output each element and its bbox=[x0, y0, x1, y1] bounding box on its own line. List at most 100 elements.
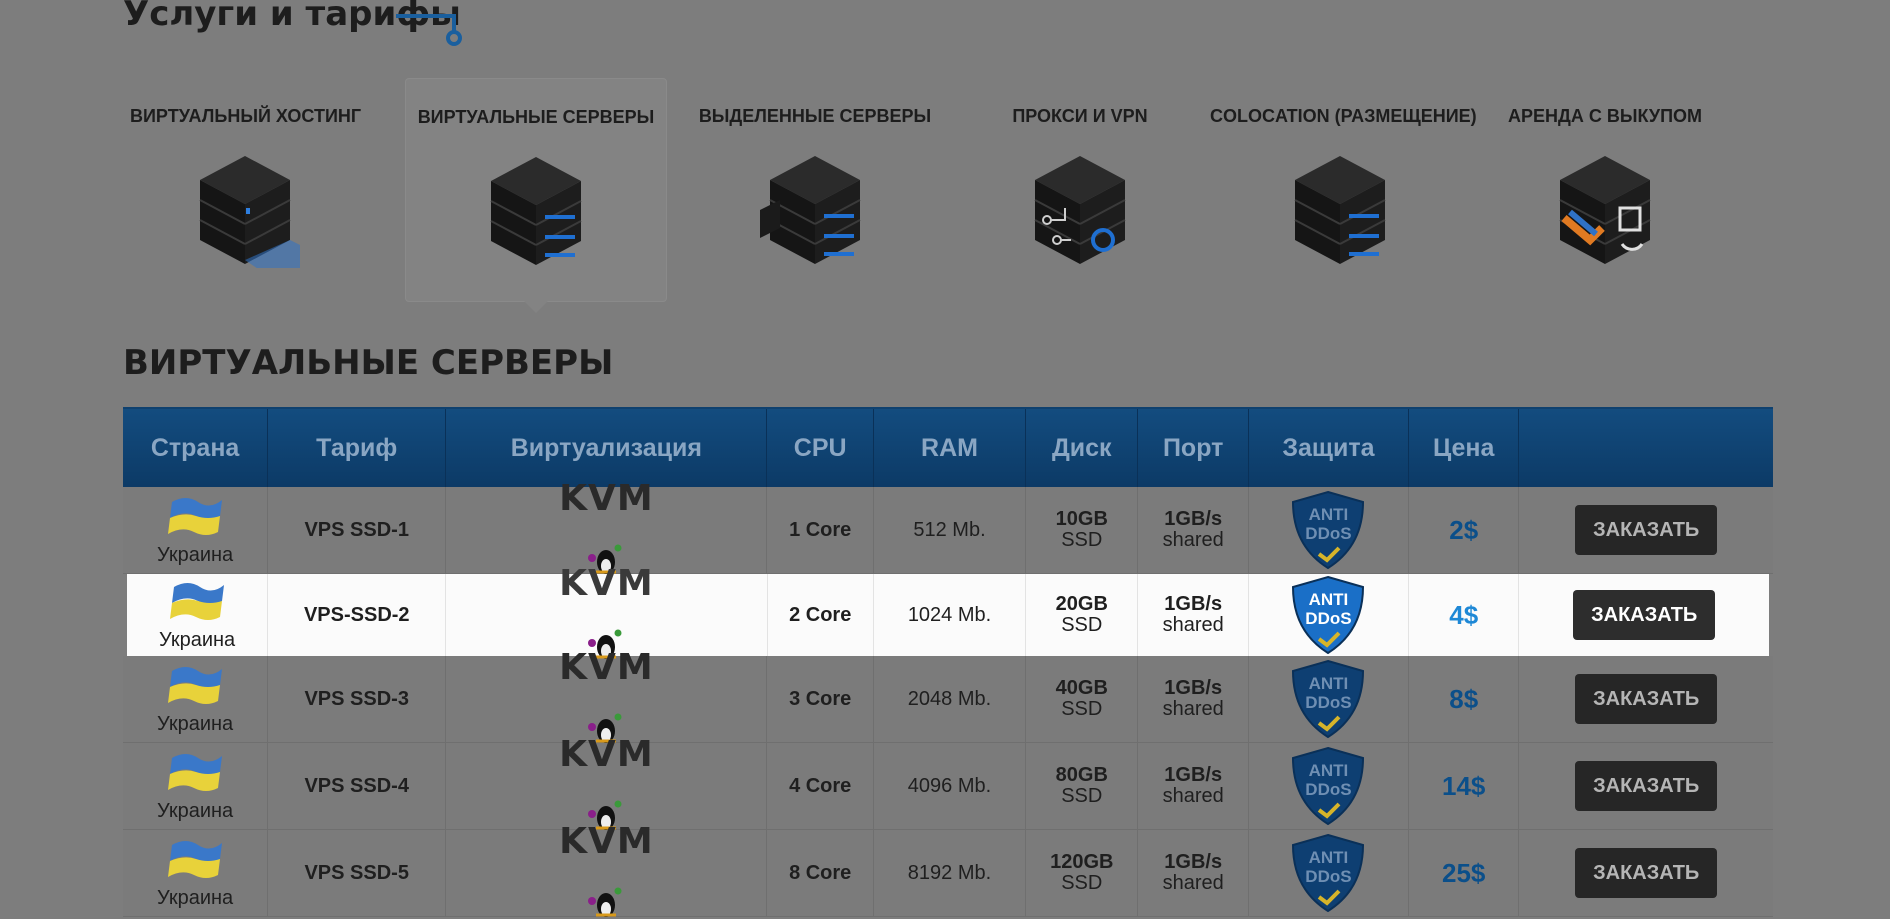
dedicated-server-icon bbox=[760, 148, 870, 268]
price-cell: 14$ bbox=[1409, 743, 1520, 829]
service-tab-label: ВЫДЕЛЕННЫЕ СЕРВЕРЫ bbox=[698, 106, 932, 126]
price-cell: 4$ bbox=[1409, 574, 1520, 656]
protection-cell: ANTI DDoS bbox=[1249, 574, 1409, 656]
plan-cell: VPS SSD-4 bbox=[268, 743, 447, 829]
ram-cell: 1024 Mb. bbox=[874, 574, 1027, 656]
ukraine-flag-icon bbox=[166, 837, 224, 885]
order-cell: ЗАКАЗАТЬ bbox=[1519, 656, 1773, 742]
anti-ddos-shield-icon: ANTI DDoS bbox=[1289, 746, 1367, 826]
plan-cell: VPS SSD-3 bbox=[268, 656, 447, 742]
plan-name: VPS SSD-5 bbox=[304, 861, 409, 884]
cpu-cell: 3 Core bbox=[767, 656, 874, 742]
table-body: Украина VPS SSD-1 KVM 1 Core 512 Mb. 10GB SS… bbox=[123, 478, 1773, 917]
virtual-server-icon bbox=[481, 149, 591, 269]
proxy-vpn-icon bbox=[1025, 148, 1135, 268]
service-tab[interactable]: АРЕНДА С ВЫКУПОМ bbox=[1485, 78, 1725, 300]
column-header: Защита bbox=[1249, 409, 1409, 487]
cpu-value: 8 Core bbox=[789, 861, 852, 884]
service-tab[interactable]: ВЫДЕЛЕННЫЕ СЕРВЕРЫ bbox=[675, 78, 955, 300]
protection-label-top: ANTI bbox=[1308, 505, 1349, 524]
cpu-value: 1 Core bbox=[789, 518, 852, 541]
service-tab[interactable]: ВИРТУАЛЬНЫЕ СЕРВЕРЫ bbox=[405, 78, 667, 313]
service-tab[interactable]: ПРОКСИ И VPN bbox=[960, 78, 1200, 300]
colocation-icon bbox=[1285, 148, 1395, 268]
order-cell: ЗАКАЗАТЬ bbox=[1519, 830, 1773, 916]
protection-cell: ANTI DDoS bbox=[1249, 830, 1409, 916]
order-cell: ЗАКАЗАТЬ bbox=[1519, 574, 1769, 656]
disk-size: 20GB bbox=[1055, 593, 1108, 615]
anti-ddos-shield-icon: ANTI DDoS bbox=[1289, 575, 1367, 655]
port-type: shared bbox=[1162, 872, 1224, 894]
virtualization-label: KVM bbox=[559, 563, 654, 604]
price-value: 2$ bbox=[1449, 514, 1479, 545]
order-button[interactable]: ЗАКАЗАТЬ bbox=[1573, 590, 1716, 640]
protection-cell: ANTI DDoS bbox=[1249, 743, 1409, 829]
column-header: Цена bbox=[1409, 409, 1520, 487]
service-tab[interactable]: COLOCATION (РАЗМЕЩЕНИЕ) bbox=[1210, 78, 1477, 300]
service-tab[interactable]: ВИРТУАЛЬНЫЙ ХОСТИНГ bbox=[130, 78, 361, 300]
virtualization-cell: KVM bbox=[446, 650, 768, 743]
port-speed: 1GB/s bbox=[1164, 851, 1223, 873]
ram-value: 2048 Mb. bbox=[907, 687, 992, 710]
cpu-cell: 8 Core bbox=[767, 830, 874, 916]
table-row: Украина VPS-SSD-2 KVM 2 Core 1024 Mb. 20GB S… bbox=[127, 566, 1769, 659]
ram-value: 1024 Mb. bbox=[907, 603, 992, 626]
ukraine-flag-icon bbox=[168, 579, 226, 627]
ukraine-flag-icon bbox=[166, 663, 224, 711]
anti-ddos-shield-icon: ANTI DDoS bbox=[1289, 833, 1367, 913]
port-speed: 1GB/s bbox=[1164, 508, 1223, 530]
disk-type: SSD bbox=[1061, 785, 1103, 807]
port-cell: 1GB/s shared bbox=[1138, 656, 1249, 742]
port-cell: 1GB/s shared bbox=[1138, 743, 1249, 829]
country-cell: Украина bbox=[123, 743, 269, 829]
anti-ddos-shield-icon: ANTI DDoS bbox=[1289, 490, 1367, 570]
price-cell: 8$ bbox=[1409, 656, 1520, 742]
virtualization-label: KVM bbox=[559, 478, 654, 519]
protection-label-top: ANTI bbox=[1308, 761, 1349, 780]
ram-value: 8192 Mb. bbox=[907, 861, 992, 884]
disk-size: 10GB bbox=[1055, 508, 1108, 530]
ukraine-flag-icon bbox=[166, 750, 224, 798]
cpu-cell: 4 Core bbox=[767, 743, 874, 829]
price-value: 4$ bbox=[1449, 599, 1479, 630]
virtualization-label: KVM bbox=[559, 821, 654, 862]
port-type: shared bbox=[1162, 529, 1224, 551]
price-cell: 2$ bbox=[1409, 487, 1520, 573]
service-tab-label: ВИРТУАЛЬНЫЕ СЕРВЕРЫ bbox=[417, 107, 655, 127]
table-row: Украина VPS SSD-1 KVM 1 Core 512 Mb. 10GB SS… bbox=[123, 478, 1773, 574]
virtualization-cell: KVM bbox=[446, 737, 768, 830]
disk-cell: 40GB SSD bbox=[1026, 656, 1139, 742]
protection-cell: ANTI DDoS bbox=[1249, 656, 1409, 742]
ram-cell: 2048 Mb. bbox=[874, 656, 1027, 742]
disk-size: 120GB bbox=[1050, 851, 1114, 873]
country-cell: Украина bbox=[123, 830, 269, 916]
country-name: Украина bbox=[157, 712, 234, 735]
column-header: Виртуализация bbox=[446, 409, 768, 487]
cpu-cell: 1 Core bbox=[767, 487, 874, 573]
service-tab-label: COLOCATION (РАЗМЕЩЕНИЕ) bbox=[1210, 106, 1477, 126]
disk-type: SSD bbox=[1061, 698, 1103, 720]
column-header: Тариф bbox=[268, 409, 447, 487]
cpu-cell: 2 Core bbox=[768, 574, 874, 656]
virtualization-cell: KVM bbox=[446, 566, 768, 659]
lease-buyout-icon bbox=[1550, 148, 1660, 268]
plan-name: VPS SSD-1 bbox=[304, 518, 409, 541]
order-button[interactable]: ЗАКАЗАТЬ bbox=[1575, 674, 1718, 724]
order-button[interactable]: ЗАКАЗАТЬ bbox=[1575, 761, 1718, 811]
port-cell: 1GB/s shared bbox=[1138, 574, 1249, 656]
tariffs-table: Страна Тариф Виртуализация CPU RAM Диск Порт За… bbox=[123, 407, 1773, 917]
order-button[interactable]: ЗАКАЗАТЬ bbox=[1575, 505, 1718, 555]
title-decoration-icon bbox=[396, 14, 462, 46]
ukraine-flag-icon bbox=[166, 494, 224, 542]
plan-cell: VPS SSD-5 bbox=[268, 830, 447, 916]
port-cell: 1GB/s shared bbox=[1138, 830, 1249, 916]
price-value: 14$ bbox=[1442, 770, 1486, 801]
order-button[interactable]: ЗАКАЗАТЬ bbox=[1575, 848, 1718, 898]
protection-label-top: ANTI bbox=[1308, 848, 1349, 867]
plan-name: VPS SSD-3 bbox=[304, 687, 409, 710]
disk-cell: 120GB SSD bbox=[1026, 830, 1139, 916]
port-type: shared bbox=[1162, 785, 1224, 807]
column-header: Страна bbox=[123, 409, 269, 487]
country-name: Украина bbox=[157, 799, 234, 822]
port-speed: 1GB/s bbox=[1164, 764, 1223, 786]
